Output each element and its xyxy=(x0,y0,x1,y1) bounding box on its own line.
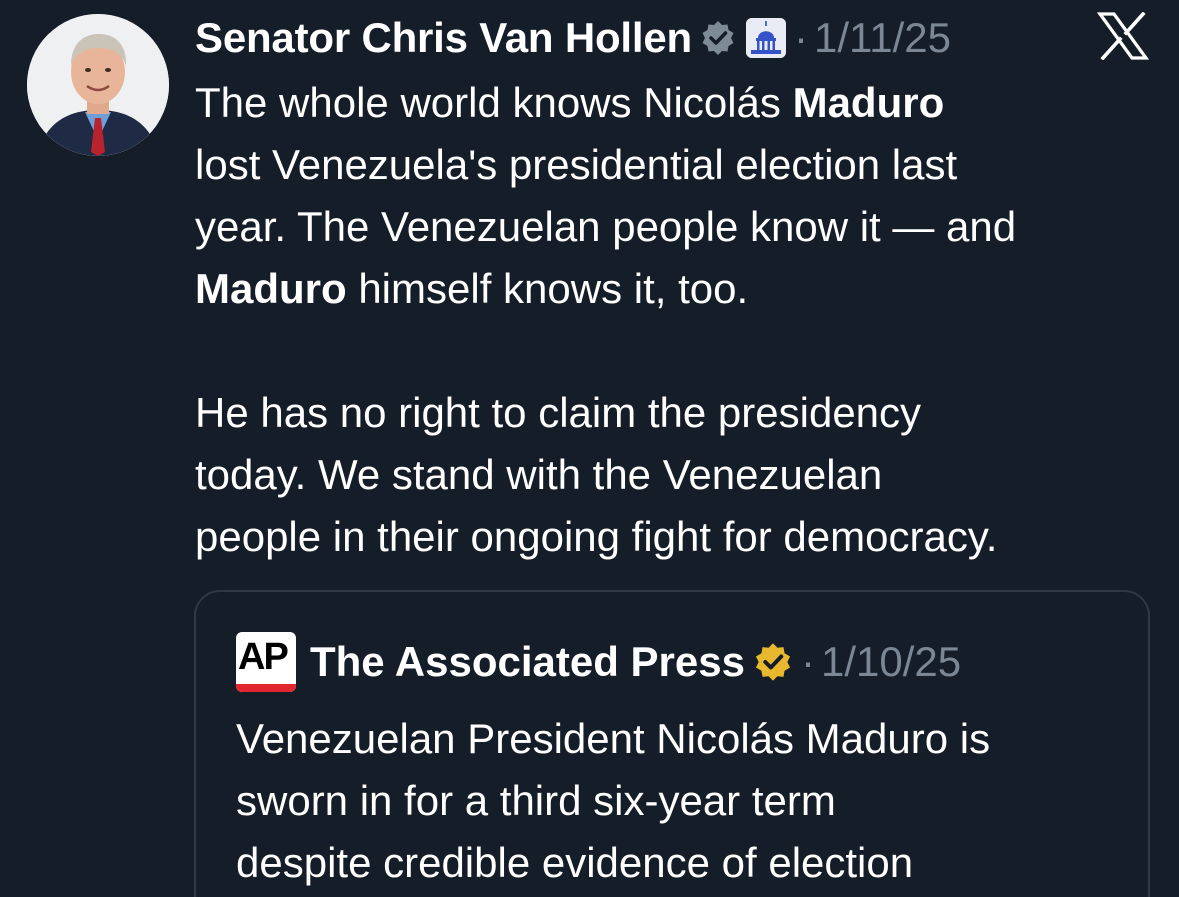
quoted-post-body: Venezuelan President Nicolás Maduro is s… xyxy=(236,708,1136,894)
verified-gray-icon[interactable] xyxy=(698,18,738,58)
post: Senator Chris Van Hollen · 1/11/25 The w… xyxy=(0,0,1179,897)
post-text-line: today. We stand with the Venezuelan xyxy=(195,451,883,498)
post-body: The whole world knows Nicolás Maduro los… xyxy=(195,72,1165,568)
quoted-author-name[interactable]: The Associated Press xyxy=(310,638,745,686)
post-text-line: year. The Venezuelan people know it — an… xyxy=(195,203,1017,250)
post-text-line: The whole world knows Nicolás Maduro xyxy=(195,79,945,126)
author-name[interactable]: Senator Chris Van Hollen xyxy=(195,14,692,62)
quoted-text-line: Venezuelan President Nicolás Maduro is xyxy=(236,715,991,762)
quoted-text-line: sworn in for a third six-year term xyxy=(236,777,836,824)
verified-gold-icon[interactable] xyxy=(751,640,795,684)
post-text-line: lost Venezuela's presidential election l… xyxy=(195,141,958,188)
avatar[interactable] xyxy=(27,14,169,156)
post-text-line: Maduro himself knows it, too. xyxy=(195,265,749,312)
capitol-icon[interactable] xyxy=(746,18,786,58)
quoted-post-card[interactable]: AP The Associated Press · 1/10/25 Venezu… xyxy=(194,590,1150,897)
quoted-text-line: despite credible evidence of election xyxy=(236,839,914,886)
post-text-line: people in their ongoing fight for democr… xyxy=(195,513,998,560)
quoted-post-date[interactable]: 1/10/25 xyxy=(821,638,961,686)
header-separator: · xyxy=(794,14,808,61)
quoted-header-separator: · xyxy=(800,638,815,685)
post-text-line: He has no right to claim the presidency xyxy=(195,389,922,436)
avatar-portrait-icon xyxy=(27,14,169,156)
quoted-post-header: AP The Associated Press · 1/10/25 xyxy=(236,632,961,692)
post-header: Senator Chris Van Hollen · 1/11/25 xyxy=(195,11,951,65)
ap-logo-icon[interactable]: AP xyxy=(236,632,296,692)
x-logo-icon[interactable] xyxy=(1097,12,1149,60)
post-date[interactable]: 1/11/25 xyxy=(814,14,951,62)
